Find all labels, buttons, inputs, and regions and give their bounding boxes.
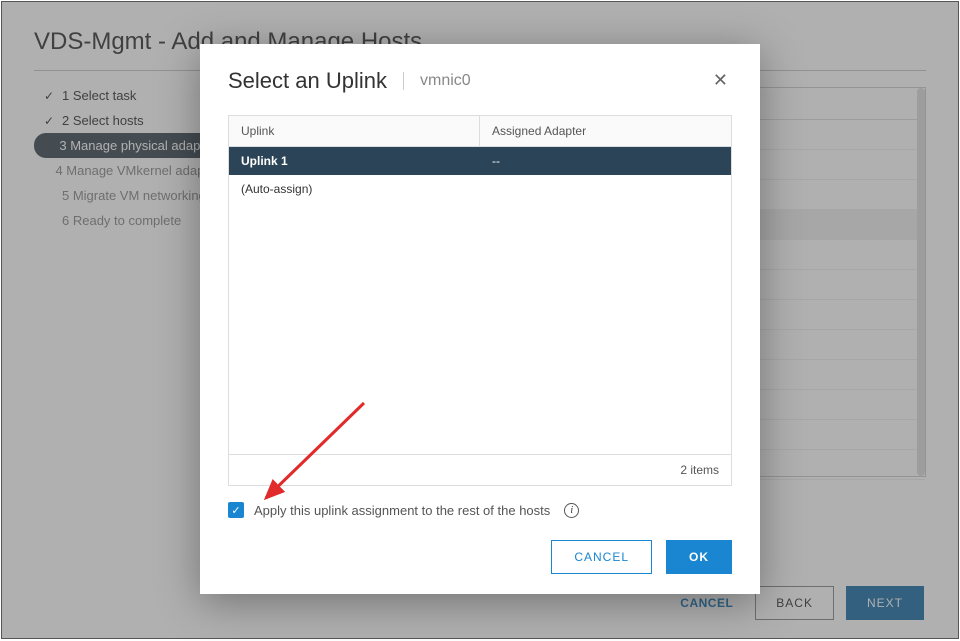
- assigned-adapter: --: [480, 147, 731, 175]
- uplink-row[interactable]: (Auto-assign): [229, 175, 731, 203]
- modal-ok-button[interactable]: OK: [666, 540, 732, 574]
- apply-to-rest-checkbox[interactable]: ✓: [228, 502, 244, 518]
- apply-to-rest-label: Apply this uplink assignment to the rest…: [254, 503, 550, 518]
- uplink-name: Uplink 1: [229, 147, 480, 175]
- select-uplink-modal: Select an Uplink vmnic0 ✕ Uplink Assigne…: [200, 44, 760, 594]
- column-header-assigned-adapter[interactable]: Assigned Adapter: [480, 116, 731, 146]
- modal-title: Select an Uplink: [228, 68, 387, 94]
- assigned-adapter: [480, 175, 731, 203]
- info-icon[interactable]: i: [564, 503, 579, 518]
- uplink-name: (Auto-assign): [229, 175, 480, 203]
- modal-cancel-button[interactable]: CANCEL: [551, 540, 652, 574]
- modal-subtitle: vmnic0: [403, 72, 471, 90]
- close-icon[interactable]: ✕: [709, 66, 732, 95]
- uplink-row[interactable]: Uplink 1--: [229, 147, 731, 175]
- table-item-count: 2 items: [229, 454, 731, 485]
- column-header-uplink[interactable]: Uplink: [229, 116, 480, 146]
- uplink-table: Uplink Assigned Adapter Uplink 1--(Auto-…: [228, 115, 732, 486]
